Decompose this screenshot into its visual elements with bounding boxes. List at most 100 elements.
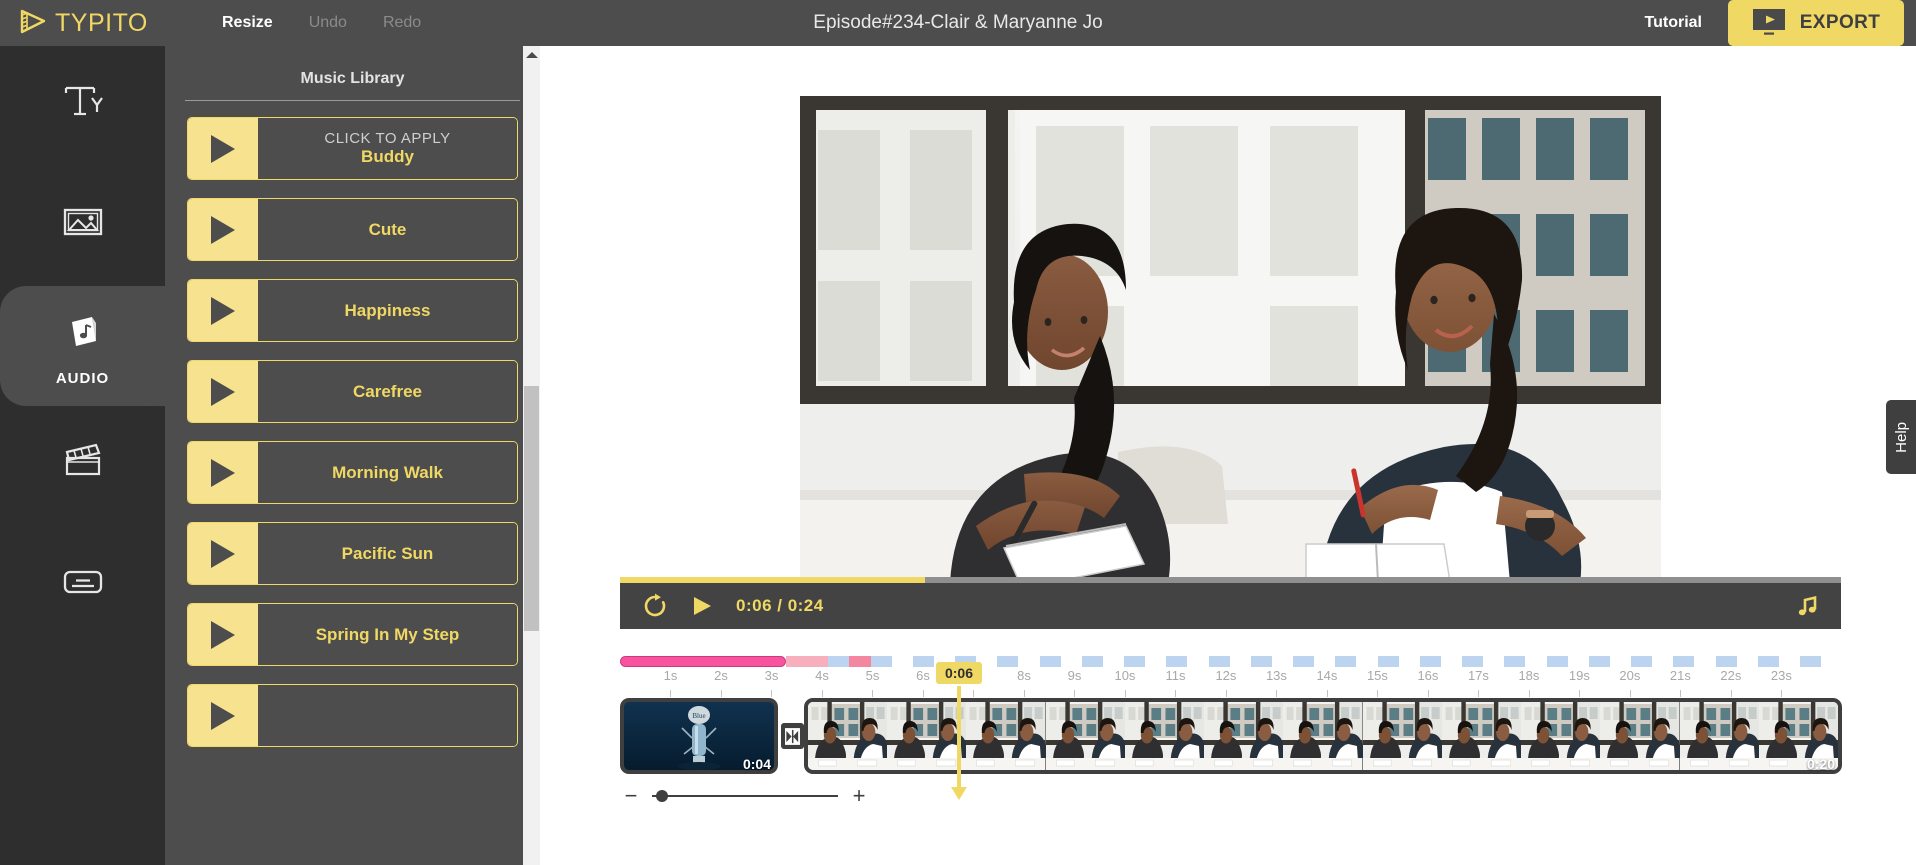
track-play-button[interactable] <box>188 361 258 422</box>
timeline-clip-audio[interactable]: Blue 0:04 <box>620 698 778 774</box>
export-button[interactable]: EXPORT <box>1728 0 1904 46</box>
play-icon <box>211 539 235 568</box>
editor-stage: 0:06 / 0:24 1s2s3s4s5s6s7s8s9s10s11s12s1… <box>540 46 1916 865</box>
ruler-tick <box>1124 656 1146 667</box>
list-item[interactable]: Pacific Sun <box>187 522 518 585</box>
sidebar-item-audio[interactable]: AUDIO <box>0 260 165 432</box>
ruler-tick <box>1102 656 1124 667</box>
track-play-button[interactable] <box>188 523 258 584</box>
track-body: Morning Walk <box>258 442 517 503</box>
replay-icon[interactable] <box>642 593 668 619</box>
play-icon <box>211 620 235 649</box>
ruler-tick <box>1757 656 1779 667</box>
player-controls-bar: 0:06 / 0:24 <box>620 577 1841 629</box>
typito-editor-window: TYPITO Resize Undo Redo Episode#234-Clai… <box>0 0 1916 865</box>
ruler-tick <box>1419 656 1441 667</box>
ruler-time-label: 15s <box>1366 668 1388 683</box>
svg-text:Blue: Blue <box>692 712 705 720</box>
ruler-time-label: 19s <box>1568 668 1590 683</box>
track-play-button[interactable] <box>188 280 258 341</box>
timeline-ruler[interactable] <box>620 654 1843 668</box>
help-tab[interactable]: Help <box>1886 400 1916 474</box>
track-play-button[interactable] <box>188 442 258 503</box>
ruler-tick <box>1504 656 1526 667</box>
ruler-time-label: 22s <box>1720 668 1742 683</box>
playhead-line <box>957 686 961 789</box>
track-name: Cute <box>368 219 407 239</box>
filmstrip-frame <box>1204 702 1284 770</box>
tool-rail: AUDIO <box>0 46 165 865</box>
ruler-time-label: 12s <box>1215 668 1237 683</box>
ruler-tick <box>1546 656 1568 667</box>
list-item[interactable] <box>187 684 518 747</box>
ruler-tick <box>1229 656 1251 667</box>
play-icon <box>211 215 235 244</box>
audio-region-bar[interactable] <box>620 656 786 667</box>
list-item[interactable]: CLICK TO APPLY Buddy <box>187 117 518 180</box>
ruler-minor-tick <box>1175 690 1177 697</box>
ruler-tick <box>1208 656 1230 667</box>
playhead-arrow-icon <box>951 787 967 800</box>
ruler-tick <box>1588 656 1610 667</box>
ruler-time-label: 5s <box>865 668 880 683</box>
ruler-tick <box>1821 656 1843 667</box>
ruler-tick <box>807 656 829 667</box>
ruler-tick <box>1335 656 1357 667</box>
ruler-time-label: 11s <box>1165 668 1186 683</box>
tutorial-link[interactable]: Tutorial <box>1645 14 1702 32</box>
track-play-button[interactable] <box>188 604 258 665</box>
track-body: Cute <box>258 199 517 260</box>
play-icon <box>211 458 235 487</box>
ruler-tick <box>1462 656 1484 667</box>
sidebar-item-subtitle[interactable] <box>0 526 165 646</box>
list-item[interactable]: Cute <box>187 198 518 261</box>
track-play-button[interactable] <box>188 118 258 179</box>
brand-name: TYPITO <box>55 8 148 37</box>
transition-icon[interactable] <box>781 723 804 749</box>
track-body <box>258 685 517 746</box>
ruler-time-label: 10s <box>1114 668 1136 683</box>
ruler-minor-tick <box>1528 690 1530 697</box>
filmstrip-frame <box>1679 702 1759 770</box>
ruler-time-label: 23s <box>1770 668 1792 683</box>
ruler-tick <box>891 656 913 667</box>
ruler-time-label: 3s <box>764 668 779 683</box>
chevron-up-icon[interactable] <box>523 46 540 63</box>
zoom-slider[interactable] <box>652 785 838 807</box>
list-item[interactable]: Morning Walk <box>187 441 518 504</box>
list-item[interactable]: Spring In My Step <box>187 603 518 666</box>
track-play-button[interactable] <box>188 685 258 746</box>
sidebar-item-video[interactable] <box>0 406 165 526</box>
music-note-icon[interactable] <box>1795 594 1819 618</box>
list-item[interactable]: Carefree <box>187 360 518 423</box>
sidebar-item-text[interactable] <box>0 46 165 166</box>
ruler-minor-tick <box>1377 690 1379 697</box>
playhead-time-label: 0:06 <box>935 662 983 684</box>
track-play-button[interactable] <box>188 199 258 260</box>
undo-button[interactable]: Undo <box>309 14 347 32</box>
brand-logo[interactable]: TYPITO <box>0 0 165 46</box>
zoom-slider-thumb[interactable] <box>655 790 668 802</box>
top-toolbar: TYPITO Resize Undo Redo Episode#234-Clai… <box>0 0 1916 46</box>
list-item[interactable]: Happiness <box>187 279 518 342</box>
top-right-actions: Tutorial EXPORT <box>1645 0 1904 46</box>
ruler-tick <box>1778 656 1800 667</box>
resize-button[interactable]: Resize <box>222 14 273 32</box>
ruler-tick <box>870 656 892 667</box>
track-name: Morning Walk <box>332 462 443 482</box>
scrollbar-thumb[interactable] <box>524 386 539 631</box>
ruler-minor-tick <box>1124 690 1126 697</box>
zoom-out-button[interactable]: − <box>620 785 642 807</box>
video-canvas[interactable] <box>800 96 1661 583</box>
filmstrip-frame <box>1600 702 1680 770</box>
zoom-in-button[interactable]: + <box>848 785 870 807</box>
play-icon[interactable] <box>690 594 714 618</box>
ruler-minor-tick <box>1074 690 1076 697</box>
playback-progress-bar[interactable] <box>620 577 1841 583</box>
redo-button[interactable]: Redo <box>383 14 421 32</box>
playback-progress-fill <box>620 577 926 583</box>
ruler-minor-tick <box>1781 690 1783 697</box>
monitor-play-icon <box>1752 8 1786 39</box>
panel-scrollbar[interactable] <box>523 46 540 865</box>
track-name: Spring In My Step <box>315 624 460 644</box>
